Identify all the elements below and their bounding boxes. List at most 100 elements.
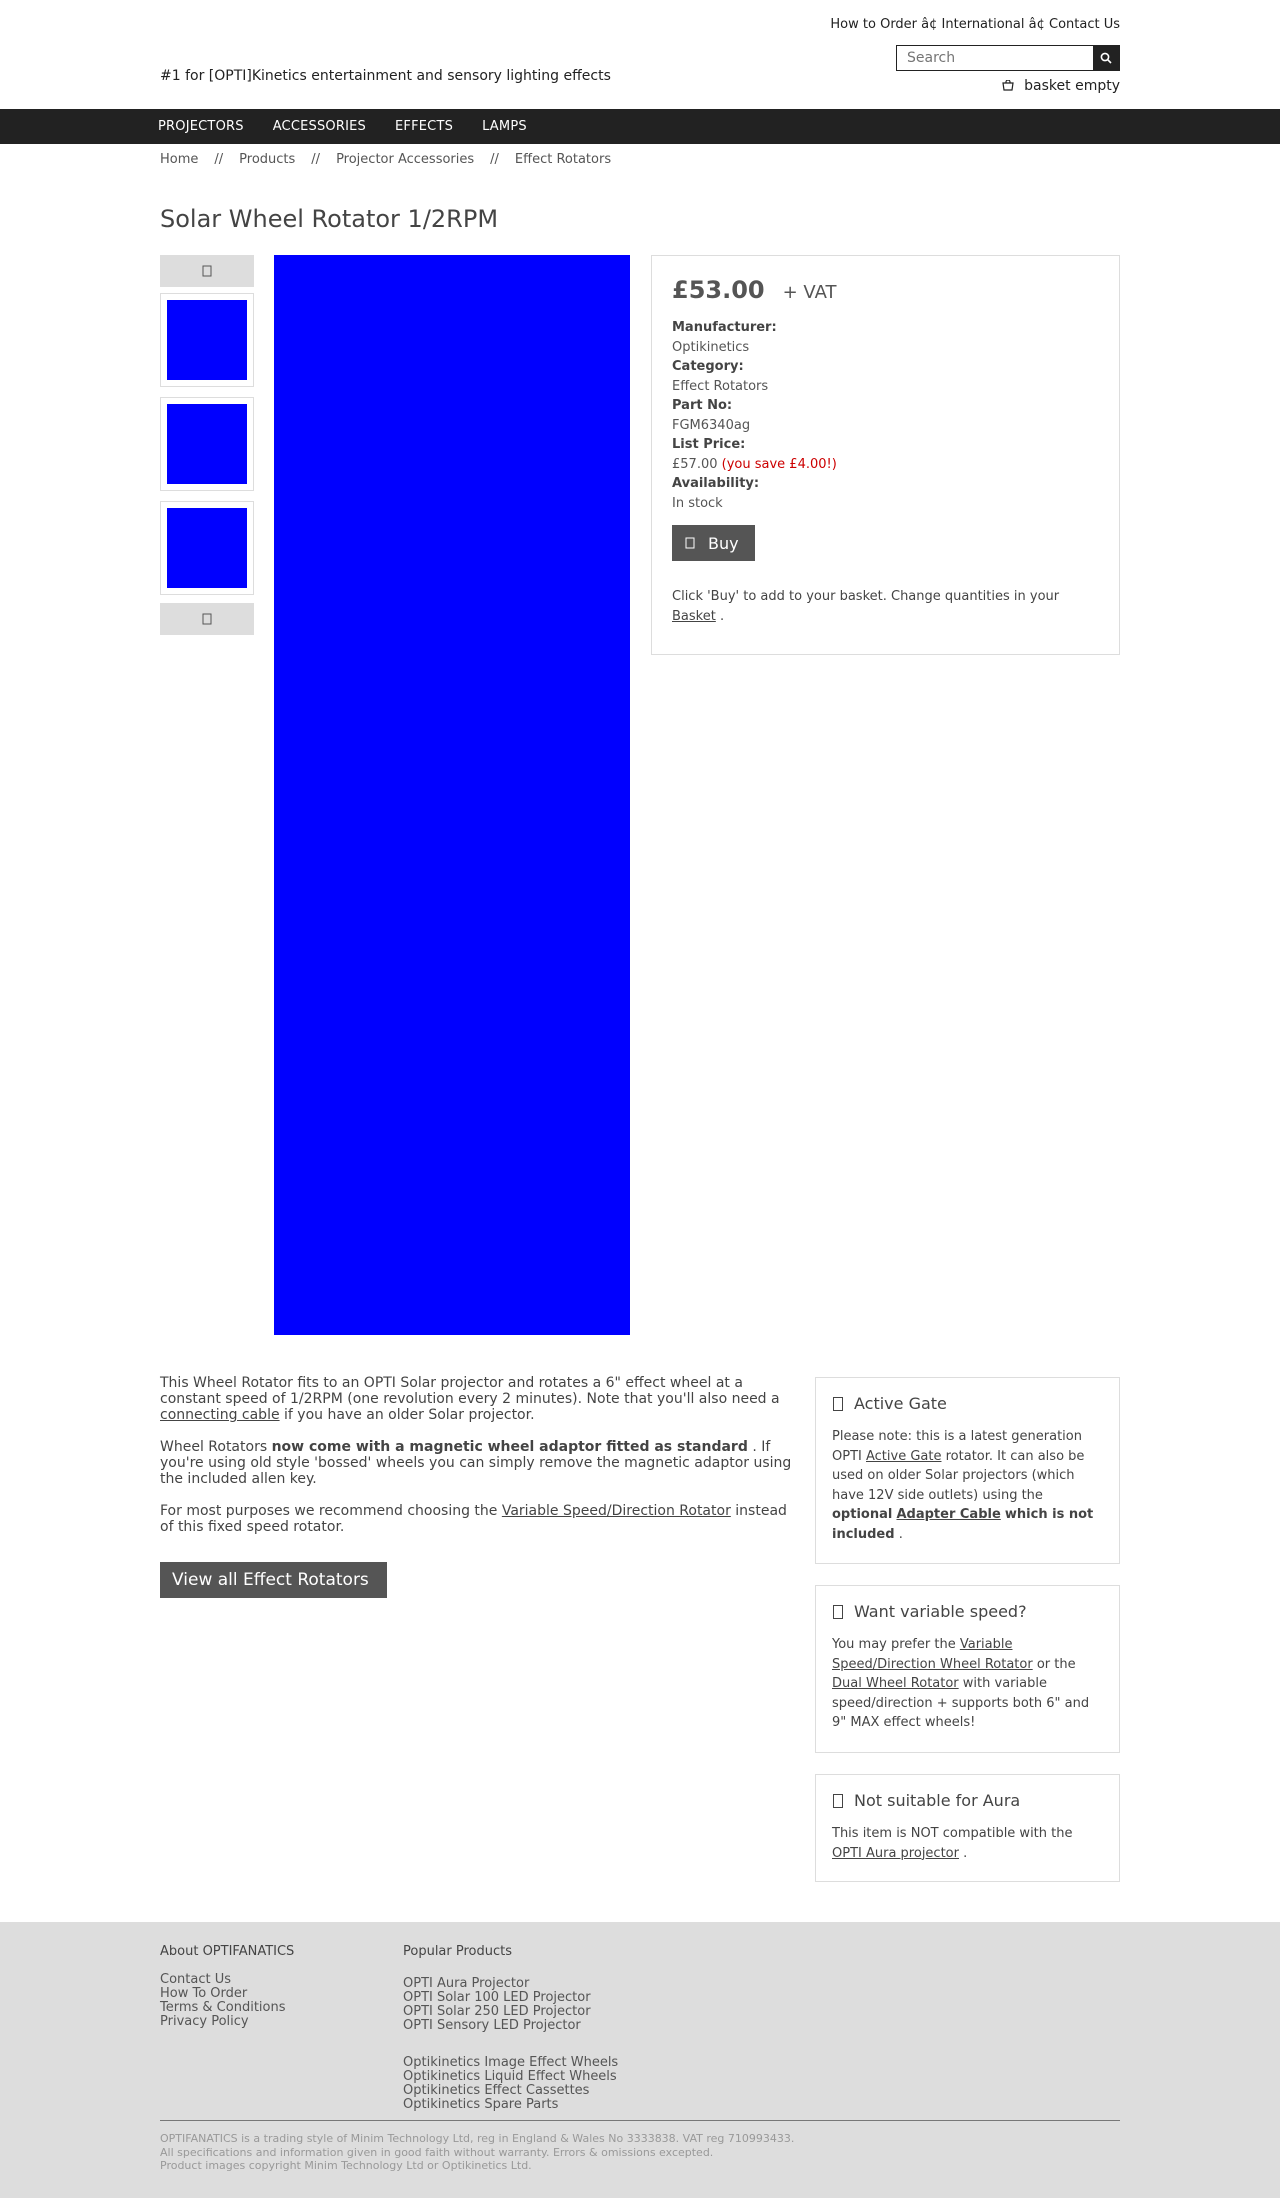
sidebox-text: This item is NOT compatible with the — [832, 1826, 1073, 1841]
footer-link-image-wheels[interactable]: Optikinetics Image Effect Wheels — [403, 2056, 618, 2070]
nav-item-effects[interactable]: EFFECTS — [395, 119, 453, 134]
basket-label: basket empty — [1024, 78, 1120, 94]
saving-text: (you save £4.00!) — [721, 456, 837, 472]
variable-speed-box: Want variable speed? You may prefer the … — [815, 1585, 1120, 1753]
active-gate-link[interactable]: Active Gate — [866, 1449, 941, 1464]
description-paragraph: Wheel Rotators now come with a magnetic … — [160, 1439, 792, 1487]
description-bold: now come with a magnetic wheel adaptor f… — [271, 1439, 748, 1455]
top-links[interactable]: How to Order â¢ International â¢ Contact… — [830, 17, 1120, 32]
breadcrumb-projector-accessories[interactable]: Projector Accessories — [336, 152, 474, 167]
description-text: Wheel Rotators — [160, 1439, 268, 1455]
manufacturer-label: Manufacturer: — [672, 320, 777, 335]
list-price-row: £57.00 (you save £4.00!) — [672, 455, 1099, 475]
search-input[interactable] — [897, 46, 1093, 70]
chevron-down-icon — [202, 613, 212, 625]
buy-note: Click 'Buy' to add to your basket. Chang… — [672, 587, 1099, 627]
sidebox-text: or the — [1036, 1656, 1076, 1672]
part-no-label: Part No: — [672, 398, 733, 413]
footer-link-liquid-wheels[interactable]: Optikinetics Liquid Effect Wheels — [403, 2070, 618, 2084]
footer-popular: Popular Products OPTI Aura Projector OPT… — [403, 1944, 618, 2112]
variable-rotator-link[interactable]: Variable Speed/Direction Rotator — [502, 1503, 731, 1519]
description-paragraph: This Wheel Rotator fits to an OPTI Solar… — [160, 1375, 792, 1423]
buy-note-text: Click 'Buy' to add to your basket. Chang… — [672, 589, 1060, 604]
info-icon — [833, 1396, 843, 1411]
view-all-button[interactable]: View all Effect Rotators — [160, 1562, 387, 1598]
connecting-cable-link[interactable]: connecting cable — [160, 1407, 280, 1423]
breadcrumb-products[interactable]: Products — [239, 152, 295, 167]
search-icon — [1100, 52, 1112, 64]
search-button[interactable] — [1093, 46, 1119, 70]
vat-label: + VAT — [782, 282, 837, 303]
breadcrumb-home[interactable]: Home — [160, 152, 198, 167]
nav-item-accessories[interactable]: ACCESSORIES — [273, 119, 366, 134]
footer-popular-heading: Popular Products — [403, 1944, 513, 1959]
info-icon — [833, 1604, 843, 1619]
part-no-value: FGM6340ag — [672, 417, 751, 433]
footer-link-sensory[interactable]: OPTI Sensory LED Projector — [403, 2019, 618, 2033]
adapter-cable-link[interactable]: Adapter Cable — [896, 1507, 1000, 1522]
legal-line: Product images copyright Minim Technolog… — [160, 2159, 532, 2172]
dual-wheel-rotator-link[interactable]: Dual Wheel Rotator — [832, 1676, 959, 1691]
thumb-scroll-up[interactable] — [160, 255, 254, 287]
footer-link-spare-parts[interactable]: Optikinetics Spare Parts — [403, 2098, 618, 2112]
legal-line: All specifications and information given… — [160, 2145, 714, 2159]
footer-link-contact[interactable]: Contact Us — [160, 1973, 294, 1987]
product-thumbnail[interactable] — [160, 501, 254, 595]
footer-divider — [160, 2120, 1120, 2121]
list-price-value: £57.00 — [672, 456, 718, 472]
search-form — [896, 45, 1120, 71]
description-text: if you have an older Solar projector. — [284, 1407, 535, 1423]
product-thumbnail[interactable] — [160, 397, 254, 491]
thumb-scroll-down[interactable] — [160, 603, 254, 635]
main-product-image[interactable] — [274, 255, 630, 1335]
breadcrumb: Home // Products // Projector Accessorie… — [160, 152, 611, 167]
warning-icon — [833, 1793, 843, 1808]
basket-link[interactable]: basket empty — [1002, 78, 1120, 94]
footer-about: About OPTIFANATICS Contact Us How To Ord… — [160, 1944, 294, 2029]
buy-box: £53.00 + VAT Manufacturer: Optikinetics … — [651, 255, 1120, 655]
category-value: Effect Rotators — [672, 378, 769, 394]
variable-speed-body: You may prefer the Variable Speed/Direct… — [832, 1635, 1103, 1733]
footer-link-terms[interactable]: Terms & Conditions — [160, 2001, 294, 2015]
footer-link-how-to-order[interactable]: How To Order — [160, 1987, 294, 2001]
breadcrumb-separator: // — [311, 152, 321, 167]
footer-link-cassettes[interactable]: Optikinetics Effect Cassettes — [403, 2084, 618, 2098]
product-thumbnail[interactable] — [160, 293, 254, 387]
availability-label: Availability: — [672, 476, 760, 491]
sidebox-text: You may prefer the — [832, 1637, 956, 1652]
variable-speed-title: Want variable speed? — [854, 1602, 1027, 1621]
thumbnail-gallery — [160, 255, 254, 635]
breadcrumb-separator: // — [490, 152, 499, 167]
aura-warning-body: This item is NOT compatible with the OPT… — [832, 1824, 1103, 1863]
manufacturer-value: Optikinetics — [672, 339, 750, 355]
cart-icon — [685, 537, 695, 549]
description-text: This Wheel Rotator fits to an OPTI Solar… — [160, 1375, 780, 1407]
footer-legal: OPTIFANATICS is a trading style of Minim… — [160, 2132, 794, 2173]
nav-item-projectors[interactable]: PROJECTORS — [158, 119, 244, 134]
thumbnail-image — [167, 404, 247, 484]
active-gate-body: Please note: this is a latest generation… — [832, 1427, 1103, 1544]
active-gate-box: Active Gate Please note: this is a lates… — [815, 1377, 1120, 1564]
thumbnail-image — [167, 300, 247, 380]
footer-link-solar-250[interactable]: OPTI Solar 250 LED Projector — [403, 2005, 618, 2019]
product-description: This Wheel Rotator fits to an OPTI Solar… — [160, 1375, 792, 1551]
sidebox-bold: optional — [832, 1507, 893, 1522]
breadcrumb-effect-rotators[interactable]: Effect Rotators — [515, 152, 611, 167]
buy-button[interactable]: Buy — [672, 525, 755, 561]
footer-about-heading: About OPTIFANATICS — [160, 1944, 295, 1959]
buy-button-label: Buy — [708, 533, 739, 553]
sidebox-text: . — [898, 1526, 903, 1542]
active-gate-title: Active Gate — [854, 1394, 947, 1413]
description-text: For most purposes we recommend choosing … — [160, 1503, 498, 1519]
basket-icon — [1002, 80, 1014, 91]
footer-link-privacy[interactable]: Privacy Policy — [160, 2015, 294, 2029]
nav-item-lamps[interactable]: LAMPS — [482, 119, 527, 134]
main-nav: PROJECTORS ACCESSORIES EFFECTS LAMPS — [0, 109, 1280, 144]
footer-link-solar-100[interactable]: OPTI Solar 100 LED Projector — [403, 1991, 618, 2005]
breadcrumb-separator: // — [214, 152, 224, 167]
legal-line: OPTIFANATICS is a trading style of Minim… — [160, 2132, 795, 2145]
basket-link-inline[interactable]: Basket — [672, 609, 716, 624]
page-title: Solar Wheel Rotator 1/2RPM — [160, 205, 499, 233]
footer-link-aura[interactable]: OPTI Aura Projector — [403, 1977, 618, 1991]
aura-projector-link[interactable]: OPTI Aura projector — [832, 1846, 959, 1861]
